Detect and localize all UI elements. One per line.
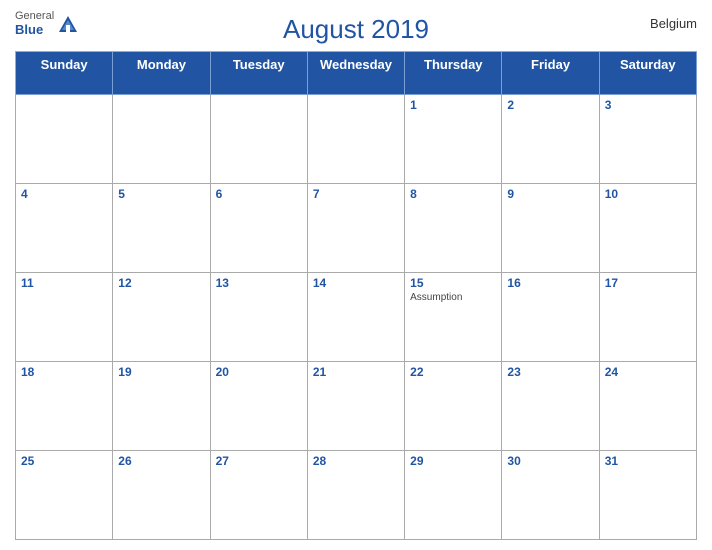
day-cell-16: 16 (502, 273, 599, 362)
logo-text: General Blue (15, 10, 54, 37)
day-cell-22: 22 (405, 362, 502, 451)
day-cell-31: 31 (600, 451, 697, 540)
calendar-title: August 2019 (283, 14, 429, 45)
header-thursday: Thursday (405, 52, 502, 95)
day-cell-20: 20 (211, 362, 308, 451)
day-cell-7: 7 (308, 184, 405, 273)
day-cell (16, 95, 113, 184)
header-sunday: Sunday (16, 52, 113, 95)
day-cell (211, 95, 308, 184)
logo-icon (57, 14, 79, 36)
day-cell-15: 15 Assumption (405, 273, 502, 362)
day-cell-19: 19 (113, 362, 210, 451)
country-label: Belgium (650, 16, 697, 31)
header-saturday: Saturday (600, 52, 697, 95)
day-cell-8: 8 (405, 184, 502, 273)
day-cell-23: 23 (502, 362, 599, 451)
day-cell-18: 18 (16, 362, 113, 451)
day-cell-24: 24 (600, 362, 697, 451)
header-wednesday: Wednesday (308, 52, 405, 95)
day-cell-5: 5 (113, 184, 210, 273)
calendar-grid: Sunday Monday Tuesday Wednesday Thursday… (15, 51, 697, 540)
day-cell-26: 26 (113, 451, 210, 540)
day-cell-21: 21 (308, 362, 405, 451)
day-cell-17: 17 (600, 273, 697, 362)
day-cell-4: 4 (16, 184, 113, 273)
day-cell-12: 12 (113, 273, 210, 362)
day-cell-1: 1 (405, 95, 502, 184)
header-friday: Friday (502, 52, 599, 95)
day-cell-25: 25 (16, 451, 113, 540)
header-monday: Monday (113, 52, 210, 95)
logo-blue: Blue (15, 22, 54, 37)
day-cell-13: 13 (211, 273, 308, 362)
day-cell-28: 28 (308, 451, 405, 540)
day-cell-29: 29 (405, 451, 502, 540)
day-cell (113, 95, 210, 184)
day-cell-14: 14 (308, 273, 405, 362)
day-cell-10: 10 (600, 184, 697, 273)
day-cell-3: 3 (600, 95, 697, 184)
day-cell-9: 9 (502, 184, 599, 273)
day-cell-11: 11 (16, 273, 113, 362)
day-cell-27: 27 (211, 451, 308, 540)
logo: General Blue (15, 10, 79, 37)
header-tuesday: Tuesday (211, 52, 308, 95)
day-cell-2: 2 (502, 95, 599, 184)
day-cell-30: 30 (502, 451, 599, 540)
day-cell (308, 95, 405, 184)
day-cell-6: 6 (211, 184, 308, 273)
logo-general: General (15, 10, 54, 22)
calendar-container: General Blue August 2019 Belgium Sunday … (0, 0, 712, 550)
calendar-header: General Blue August 2019 Belgium (15, 10, 697, 45)
